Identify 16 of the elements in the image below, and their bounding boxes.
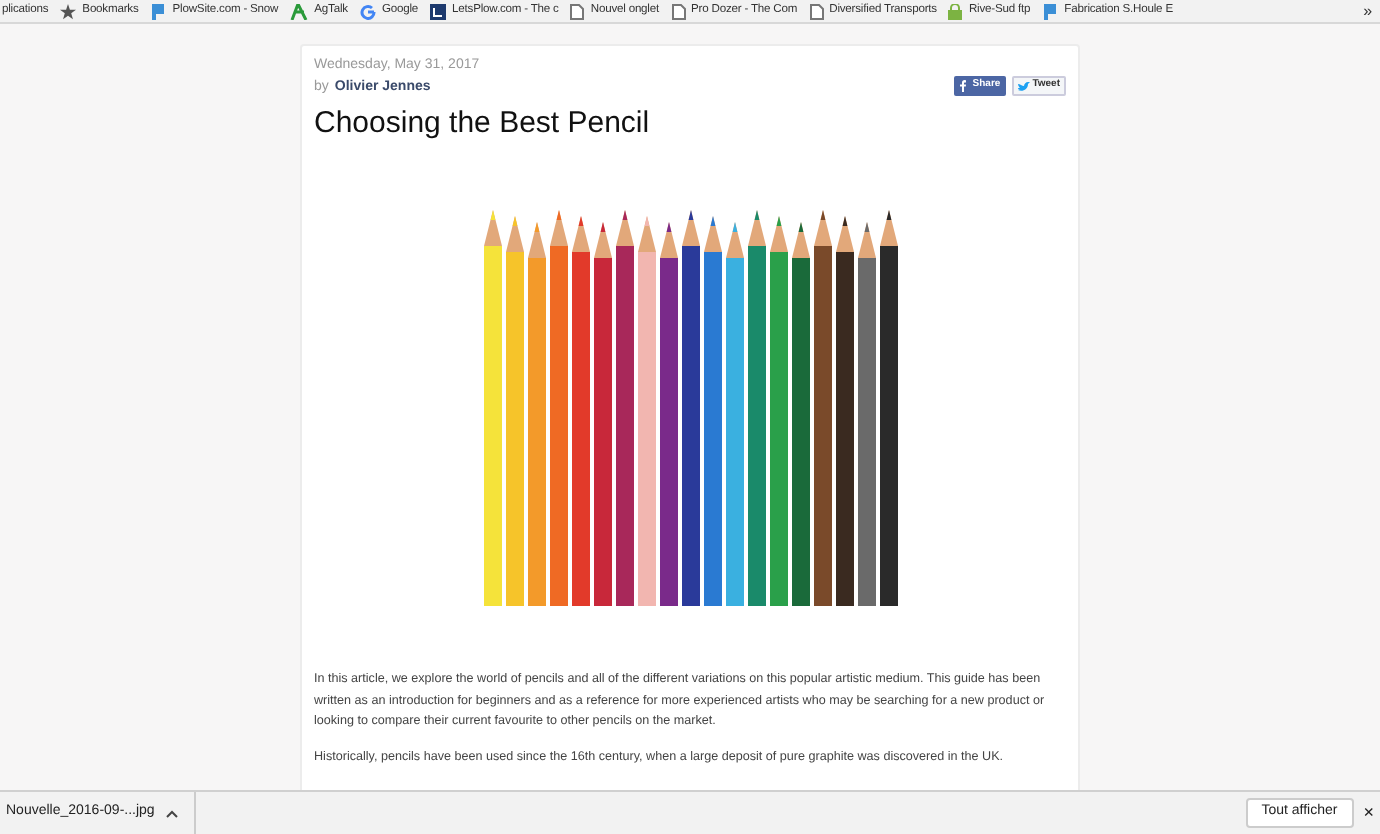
close-button[interactable]: × (1357, 804, 1380, 822)
facebook-icon (960, 80, 967, 92)
lock-icon (948, 3, 963, 19)
square-logo-icon (430, 3, 447, 19)
google-icon (359, 3, 376, 19)
more-bookmarks-button[interactable]: » (1355, 3, 1380, 19)
chevron-up-icon[interactable] (166, 809, 179, 817)
page-icon (570, 3, 585, 19)
bird-icon (1018, 81, 1031, 91)
flag-icon (150, 3, 167, 19)
leaf-icon (290, 3, 309, 19)
post-title: Choosing the Best Pencil (314, 106, 652, 142)
page-icon (809, 3, 824, 19)
page-icon (671, 3, 686, 19)
star-icon (60, 3, 77, 19)
flag-icon (1042, 3, 1059, 19)
